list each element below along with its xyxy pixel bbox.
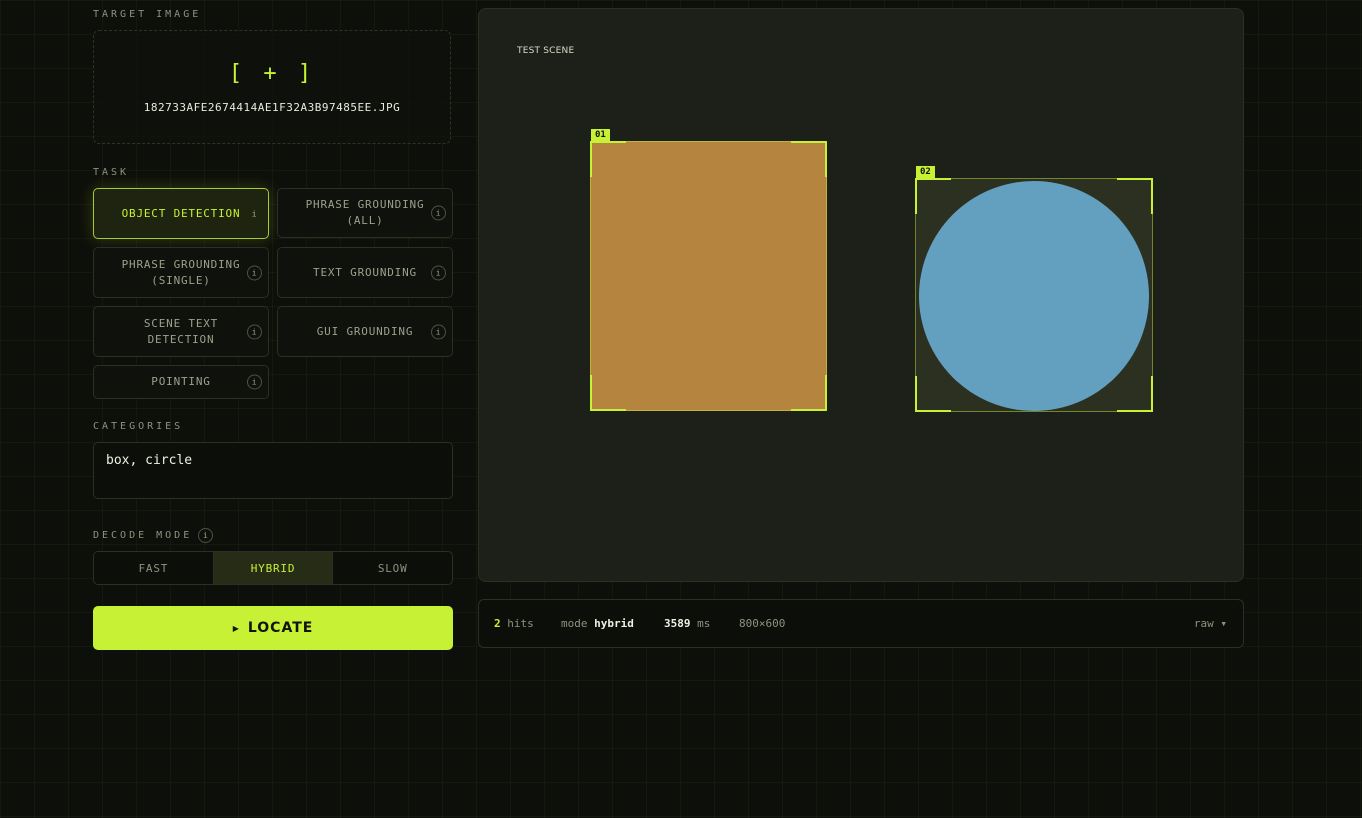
format-dropdown[interactable]: raw ▾: [1194, 617, 1227, 630]
box-corner: [1117, 376, 1153, 412]
circle-object: [919, 181, 1149, 411]
task-label-text: POINTING: [151, 375, 211, 388]
box-corner: [1117, 178, 1153, 214]
uploaded-filename: 182733AFE2674414AE1F32A3B97485EE.JPG: [143, 101, 401, 114]
categories-label: CATEGORIES: [93, 421, 184, 432]
decode-slow-option[interactable]: SLOW: [333, 552, 452, 584]
task-label: TASK: [93, 167, 130, 178]
box-corner: [590, 375, 626, 411]
box-corner: [590, 141, 626, 177]
task-pointing[interactable]: POINTING i: [93, 365, 269, 399]
add-image-icon: [ + ]: [228, 61, 316, 86]
result-status-bar: 2 hits mode hybrid 3589 ms 800×600 raw ▾: [478, 599, 1244, 648]
detection-box-01[interactable]: [590, 141, 827, 411]
play-icon: ▶: [232, 623, 240, 633]
info-icon[interactable]: i: [198, 528, 213, 543]
detection-box-02[interactable]: [915, 178, 1153, 412]
task-object-detection[interactable]: OBJECT DETECTION i: [93, 188, 269, 239]
locate-button-label: LOCATE: [247, 620, 314, 636]
info-icon[interactable]: i: [431, 324, 446, 339]
info-icon[interactable]: i: [247, 324, 262, 339]
task-gui-grounding[interactable]: GUI GROUNDING i: [277, 306, 453, 357]
detection-tag-01: 01: [591, 129, 610, 141]
box-corner: [915, 178, 951, 214]
task-phrase-grounding-single[interactable]: PHRASE GROUNDING (SINGLE) i: [93, 247, 269, 298]
info-icon[interactable]: i: [247, 374, 262, 390]
decode-mode-selector: FAST HYBRID SLOW: [93, 551, 453, 585]
info-icon[interactable]: i: [431, 205, 446, 221]
box-corner: [791, 375, 827, 411]
task-text-grounding[interactable]: TEXT GROUNDING i: [277, 247, 453, 298]
categories-input[interactable]: box, circle: [93, 442, 453, 499]
task-label-text: PHRASE GROUNDING (SINGLE): [121, 257, 241, 287]
info-icon[interactable]: i: [247, 265, 262, 280]
task-label-text: OBJECT DETECTION: [121, 206, 241, 220]
task-label-text: SCENE TEXT DETECTION: [143, 316, 219, 346]
resolution-readout: 800×600: [739, 617, 786, 630]
box-corner: [915, 376, 951, 412]
time-readout: 3589 ms: [664, 617, 711, 630]
decode-fast-option[interactable]: FAST: [94, 552, 214, 584]
target-image-label: TARGET IMAGE: [93, 9, 202, 20]
task-scene-text-detection[interactable]: SCENE TEXT DETECTION i: [93, 306, 269, 357]
task-label-text: TEXT GROUNDING: [313, 265, 417, 279]
mode-readout: mode hybrid: [561, 617, 634, 630]
scene-label: TEST SCENE: [517, 46, 575, 56]
task-label-text: PHRASE GROUNDING (ALL): [305, 198, 425, 227]
task-phrase-grounding-all[interactable]: PHRASE GROUNDING (ALL) i: [277, 188, 453, 238]
task-label-text: GUI GROUNDING: [316, 324, 414, 338]
box-corner: [791, 141, 827, 177]
image-upload-dropzone[interactable]: [ + ] 182733AFE2674414AE1F32A3B97485EE.J…: [93, 30, 451, 144]
decode-mode-label: DECODE MODE: [93, 530, 193, 541]
decode-hybrid-option[interactable]: HYBRID: [213, 552, 334, 584]
info-icon[interactable]: i: [431, 265, 446, 280]
hits-readout: 2 hits: [494, 617, 534, 630]
info-icon[interactable]: i: [247, 206, 262, 221]
locate-button[interactable]: ▶ LOCATE: [93, 606, 453, 650]
detection-tag-02: 02: [916, 166, 935, 178]
